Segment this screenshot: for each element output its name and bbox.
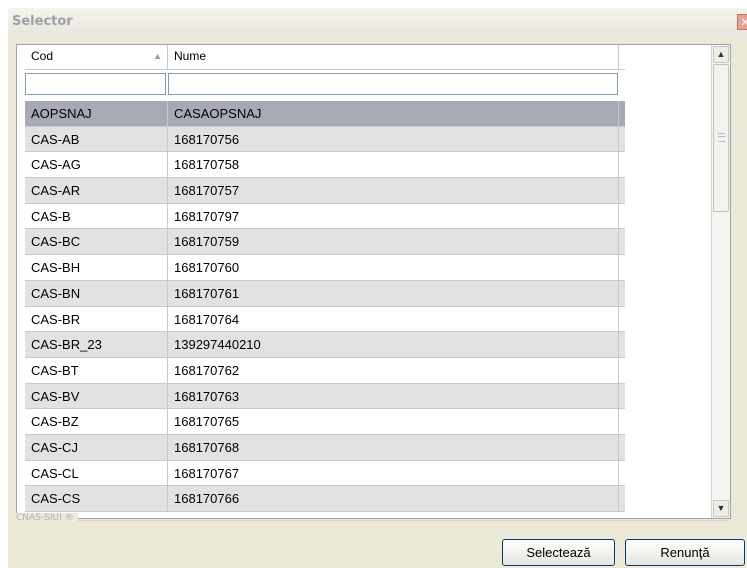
filter-nume-input[interactable] (168, 72, 618, 95)
cell-nume: 168170761 (168, 280, 619, 306)
table-row[interactable]: CAS-AR 168170757 (25, 178, 625, 204)
column-header-cod[interactable]: Cod ▲ (25, 45, 168, 69)
table-row[interactable]: CAS-BR 168170764 (25, 306, 625, 333)
data-grid: Cod ▲ Nume AOPSNAJ CASAOPSNAJ CAS-AB 168170… (25, 45, 625, 512)
cell-cod: CAS-AB (25, 126, 168, 152)
cell-cod: AOPSNAJ (25, 101, 168, 126)
cell-nume: 168170756 (168, 126, 619, 152)
cell-cod: CAS-AR (25, 178, 168, 203)
cell-cod: CAS-BV (25, 383, 168, 409)
table-row[interactable]: AOPSNAJ CASAOPSNAJ (25, 101, 625, 127)
cell-cod: CAS-BZ (25, 409, 168, 434)
table-row[interactable]: CAS-AG 168170758 (25, 152, 625, 179)
table-row[interactable]: CAS-BN 168170761 (25, 280, 625, 307)
cell-nume: 168170766 (168, 486, 619, 511)
table-row[interactable]: CAS-BT 168170762 (25, 357, 625, 384)
grid-header: Cod ▲ Nume (25, 45, 625, 70)
cell-nume: 139297440210 (168, 332, 619, 357)
table-row[interactable]: CAS-B 168170797 (25, 203, 625, 230)
cell-nume: 168170797 (168, 203, 619, 229)
brand-label: CNAS-SIUI ® (16, 513, 78, 523)
cell-cod: CAS-BT (25, 357, 168, 383)
cell-nume: 168170757 (168, 178, 619, 203)
grid-container: Cod ▲ Nume AOPSNAJ CASAOPSNAJ CAS-AB 168170… (16, 44, 731, 519)
select-button[interactable]: Selectează (502, 539, 615, 566)
cell-cod: CAS-BR_23 (25, 332, 168, 357)
cell-cod: CAS-BN (25, 280, 168, 306)
cancel-button[interactable]: Renunţă (625, 539, 745, 566)
table-row[interactable]: CAS-CJ 168170768 (25, 434, 625, 461)
table-row[interactable]: CAS-BV 168170763 (25, 383, 625, 410)
footer-divider (16, 520, 729, 522)
table-row[interactable]: CAS-BR_23 139297440210 (25, 332, 625, 358)
scroll-down-icon[interactable]: ▼ (713, 500, 729, 517)
table-row[interactable]: CAS-BZ 168170765 (25, 409, 625, 435)
cell-cod: CAS-CS (25, 486, 168, 511)
cell-nume: 168170768 (168, 434, 619, 460)
grip-icon (718, 133, 725, 142)
cell-cod: CAS-B (25, 203, 168, 229)
table-row[interactable]: CAS-AB 168170756 (25, 126, 625, 153)
vertical-scrollbar[interactable]: ▲ ▼ (711, 45, 730, 518)
table-row[interactable]: CAS-BH 168170760 (25, 255, 625, 281)
cell-nume: 168170758 (168, 152, 619, 178)
column-header-cod-label: Cod (31, 49, 54, 63)
table-row[interactable]: CAS-BC 168170759 (25, 229, 625, 256)
cell-cod: CAS-CJ (25, 434, 168, 460)
cell-nume: 168170765 (168, 409, 619, 434)
cell-nume: 168170759 (168, 229, 619, 255)
cell-nume: 168170767 (168, 460, 619, 486)
column-header-nume[interactable]: Nume (168, 45, 619, 69)
cell-cod: CAS-CL (25, 460, 168, 486)
selector-window: Selector ✕ Cod ▲ Nume AOPSNAJ CASAOPSNAJ C… (8, 8, 747, 568)
title-bar: Selector ✕ (8, 8, 747, 38)
table-row[interactable]: CAS-CL 168170767 (25, 460, 625, 487)
cell-cod: CAS-AG (25, 152, 168, 178)
window-title: Selector (12, 14, 73, 29)
grid-rows: AOPSNAJ CASAOPSNAJ CAS-AB 168170756 CAS-AG 16… (25, 101, 625, 512)
close-icon[interactable]: ✕ (737, 14, 747, 30)
table-row[interactable]: CAS-CS 168170766 (25, 486, 625, 512)
cell-cod: CAS-BC (25, 229, 168, 255)
cell-nume: 168170762 (168, 357, 619, 383)
cell-nume: 168170760 (168, 255, 619, 280)
cell-nume: CASAOPSNAJ (168, 101, 619, 126)
scroll-thumb[interactable] (713, 64, 729, 212)
cell-cod: CAS-BH (25, 255, 168, 280)
sort-ascending-icon: ▲ (153, 51, 162, 61)
column-header-nume-label: Nume (174, 49, 207, 63)
cell-nume: 168170763 (168, 383, 619, 409)
cell-cod: CAS-BR (25, 306, 168, 332)
scroll-up-icon[interactable]: ▲ (713, 46, 729, 63)
cell-nume: 168170764 (168, 306, 619, 332)
filter-row (25, 70, 625, 97)
filter-cod-input[interactable] (25, 72, 166, 95)
